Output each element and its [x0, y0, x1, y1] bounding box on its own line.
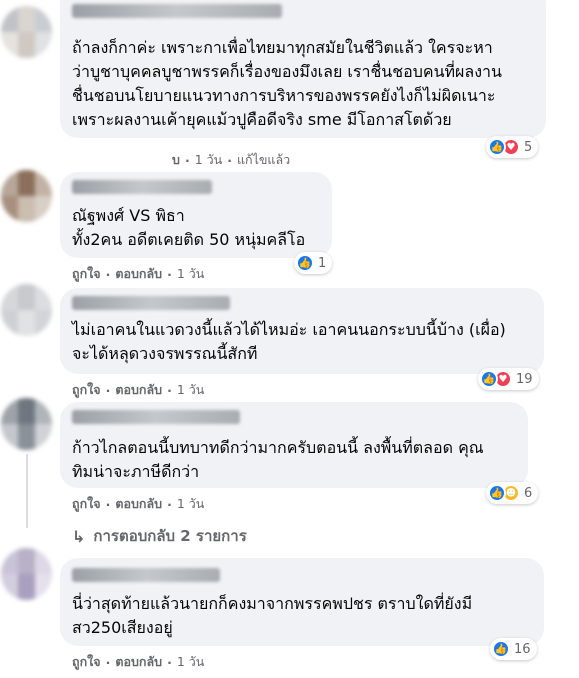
avatar[interactable]	[1, 398, 52, 450]
like-icon: 👍	[296, 254, 314, 272]
comment-actions: ถูกใจ · ตอบกลับ · 1 วัน	[72, 380, 204, 400]
reaction-summary[interactable]: 👍 1	[294, 252, 333, 274]
reaction-summary[interactable]: 👍 ♥ 19	[478, 368, 539, 390]
like-icon: 👍	[492, 640, 510, 658]
like-link[interactable]: ถูกใจ	[72, 264, 101, 284]
reply-link[interactable]: ตอบกลับ	[115, 380, 162, 400]
like-icon: 👍	[480, 370, 498, 388]
like-icon: 👍	[488, 138, 506, 156]
timestamp[interactable]: 1 วัน	[195, 150, 223, 170]
comment-text: นี่ว่าสุดท้ายแล้วนายกก็คงมาจากพรรคพปชร ต…	[72, 594, 473, 637]
timestamp[interactable]: 1 วัน	[177, 264, 205, 284]
avatar[interactable]	[1, 170, 52, 222]
reply-link[interactable]: ตอบกลับ	[115, 652, 162, 672]
like-icon: 👍	[488, 484, 506, 502]
avatar[interactable]	[1, 548, 52, 600]
commenter-name-blurred[interactable]	[72, 180, 212, 194]
commenter-name-blurred[interactable]	[72, 568, 220, 582]
thread-line	[26, 454, 28, 528]
comment-bubble: ถ้าลงก็กาค่ะ เพราะกาเพื่อไทยมาทุกสมัยในช…	[60, 0, 546, 138]
comment-bubble: ไม่เอาคนในแวดวงนี้แล้วได้ไหมอ่ะ เอาคนนอก…	[60, 288, 544, 374]
like-link[interactable]: ถูกใจ	[72, 494, 101, 514]
comment-actions: ถูกใจ · ตอบกลับ · 1 วัน	[72, 264, 204, 284]
view-replies-link[interactable]: ↳ การตอบกลับ 2 รายการ	[72, 524, 247, 548]
avatar[interactable]	[1, 6, 52, 58]
comment-text: ณัฐพงศ์ VS พิธา ทั้ง2คน อดีตเคยติด 50 หน…	[72, 206, 306, 249]
comment-text: ถ้าลงก็กาค่ะ เพราะกาเพื่อไทยมาทุกสมัยในช…	[72, 38, 502, 129]
view-replies-label: การตอบกลับ 2 รายการ	[93, 527, 247, 545]
timestamp[interactable]: 1 วัน	[177, 652, 205, 672]
comment-bubble: นี่ว่าสุดท้ายแล้วนายกก็คงมาจากพรรคพปชร ต…	[60, 558, 544, 646]
timestamp[interactable]: 1 วัน	[177, 380, 205, 400]
reaction-count: 19	[516, 371, 533, 387]
comment-actions: ถูกใจ · ตอบกลับ · 1 วัน	[72, 494, 204, 514]
reply-arrow-icon: ↳	[72, 526, 86, 546]
commenter-name-blurred[interactable]	[72, 4, 282, 18]
edited-label: แก้ไขแล้ว	[236, 152, 291, 167]
reaction-count: 5	[524, 139, 533, 155]
commenter-name-blurred[interactable]	[72, 410, 240, 424]
comment-bubble: ณัฐพงศ์ VS พิธา ทั้ง2คน อดีตเคยติด 50 หน…	[60, 172, 332, 258]
reaction-count: 16	[514, 641, 531, 657]
reaction-summary[interactable]: 👍 ♥ 5	[486, 136, 539, 158]
timestamp[interactable]: 1 วัน	[177, 494, 205, 514]
reaction-summary[interactable]: 👍 16	[490, 638, 537, 660]
like-link[interactable]: ถูกใจ	[72, 652, 101, 672]
comment-actions: ถูกใจ · ตอบกลับ · 1 วัน	[72, 652, 204, 672]
like-link[interactable]: ถูกใจ	[72, 380, 101, 400]
comment-actions: บ · 1 วัน · แก้ไขแล้ว	[172, 150, 290, 170]
reaction-count: 6	[524, 485, 533, 501]
reaction-count: 1	[318, 255, 327, 271]
comment-text: ก้าวไกลตอนนี้บทบาทดีกว่ามากครับตอนนี้ ลง…	[72, 438, 484, 481]
reaction-summary[interactable]: 👍 ☻ 6	[486, 482, 539, 504]
reply-link[interactable]: ตอบกลับ	[115, 264, 162, 284]
commenter-name-blurred[interactable]	[72, 296, 230, 310]
comment-text: ไม่เอาคนในแวดวงนี้แล้วได้ไหมอ่ะ เอาคนนอก…	[72, 320, 506, 363]
avatar[interactable]	[1, 284, 52, 336]
reply-link[interactable]: บ	[172, 150, 180, 170]
comment-bubble: ก้าวไกลตอนนี้บทบาทดีกว่ามากครับตอนนี้ ลง…	[60, 402, 528, 488]
reply-link[interactable]: ตอบกลับ	[115, 494, 162, 514]
